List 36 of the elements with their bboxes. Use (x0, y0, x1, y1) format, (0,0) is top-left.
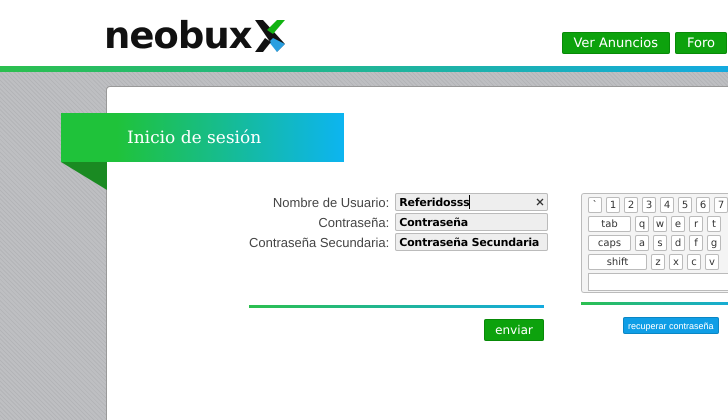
logo-text: neobux (104, 17, 252, 54)
field-label: Contraseña: (317, 214, 390, 230)
clear-icon[interactable] (536, 198, 544, 206)
logo-cross-icon (252, 20, 287, 52)
keyboard-key[interactable]: caps (588, 235, 631, 251)
input-field[interactable]: Referidosss (395, 193, 548, 211)
keyboard-key[interactable]: c (687, 254, 701, 270)
field-label: Contraseña Secundaria: (249, 234, 390, 250)
keyboard-key[interactable]: shift (588, 254, 647, 270)
keyboard-key[interactable]: 7 (714, 197, 728, 213)
keyboard-key[interactable]: g (707, 235, 721, 251)
keyboard-key[interactable]: w (653, 216, 667, 232)
keyboard-key[interactable]: v (705, 254, 719, 270)
keyboard-key[interactable]: e (671, 216, 685, 232)
keyboard-key[interactable]: f (689, 235, 703, 251)
keyboard-key[interactable]: ` (588, 197, 602, 213)
input-field[interactable]: Contraseña Secundaria (395, 233, 548, 251)
keyboard-key[interactable]: z (651, 254, 665, 270)
keyboard-key[interactable]: tab (588, 216, 631, 232)
keyboard-key[interactable]: d (671, 235, 685, 251)
login-title: Inicio de sesión (127, 128, 262, 148)
keyboard-key[interactable]: a (635, 235, 649, 251)
keyboard-key[interactable]: 2 (624, 197, 638, 213)
keyboard-key[interactable]: 3 (642, 197, 656, 213)
keyboard-key[interactable]: x (669, 254, 683, 270)
banner-fold (61, 162, 107, 190)
keyboard-key[interactable]: 4 (660, 197, 674, 213)
keyboard-key[interactable]: t (707, 216, 721, 232)
keyboard-key[interactable]: q (635, 216, 649, 232)
keyboard-key[interactable]: r (689, 216, 703, 232)
keyboard-key[interactable]: s (653, 235, 667, 251)
input-field[interactable]: Contraseña (395, 213, 548, 231)
keyboard-key[interactable]: 6 (696, 197, 710, 213)
keyboard-key[interactable]: 5 (678, 197, 692, 213)
field-label: Nombre de Usuario: (272, 194, 390, 210)
keyboard-key[interactable]: 1 (606, 197, 620, 213)
